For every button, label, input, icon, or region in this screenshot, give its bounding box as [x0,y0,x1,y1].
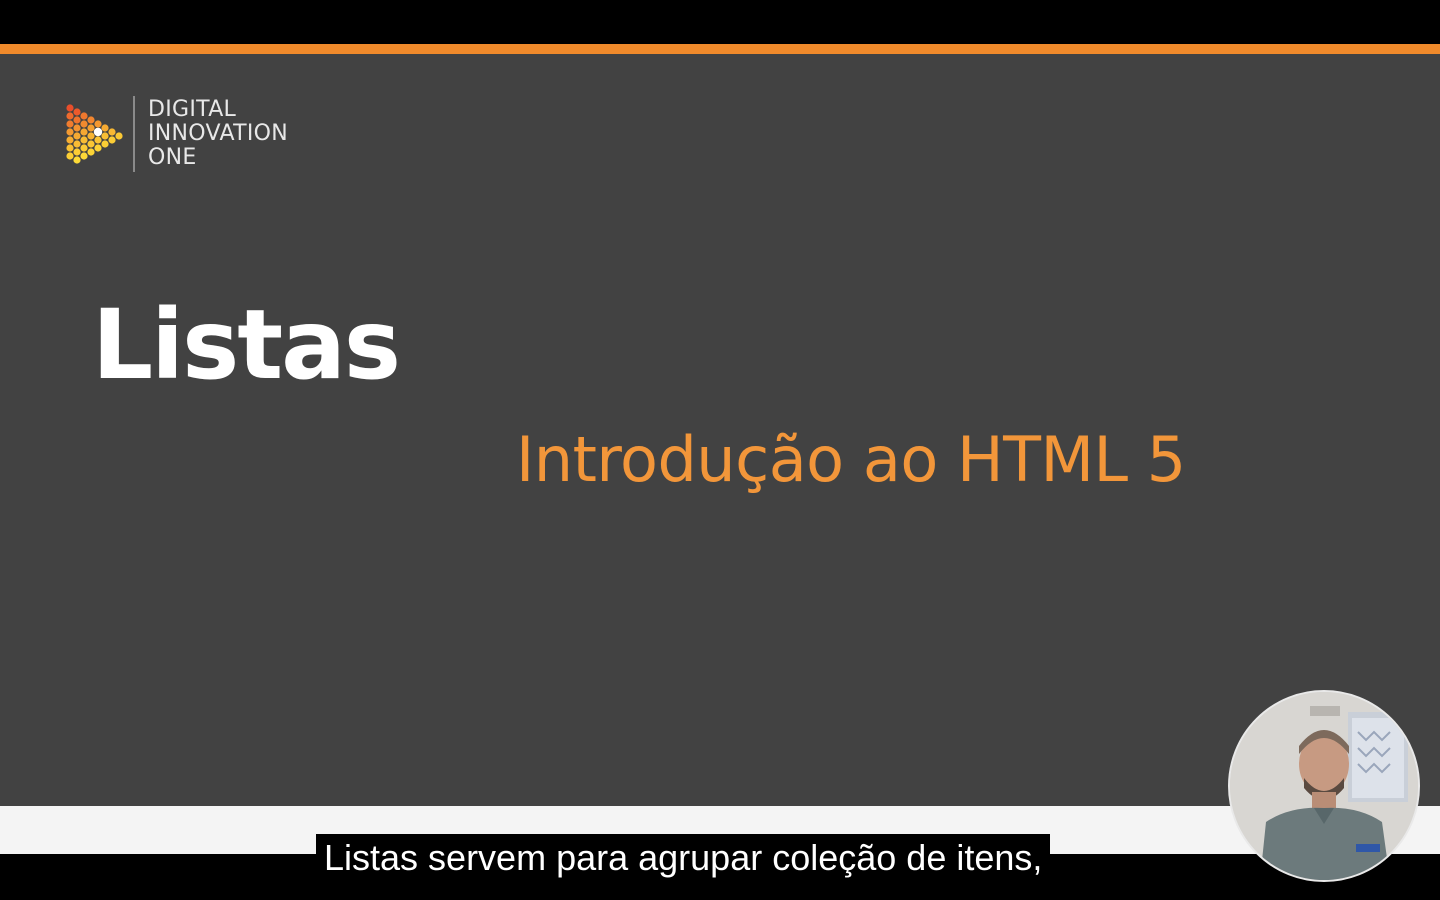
presenter-webcam [1228,690,1420,882]
presenter-webcam-icon [1230,692,1418,880]
slide-subtitle: Introdução ao HTML 5 [516,423,1186,496]
accent-bar [0,44,1440,54]
logo-line-3: ONE [148,145,197,170]
subtitle-caption: Listas servem para agrupar coleção de it… [316,834,1051,882]
logo-divider [133,96,135,172]
video-frame[interactable]: DIGITAL INNOVATION ONE Listas Introdução… [0,0,1440,900]
brand-logo: DIGITAL INNOVATION ONE [64,96,324,174]
logo-wordmark: DIGITAL INNOVATION ONE [148,98,288,170]
logo-line-2: INNOVATION [148,121,289,146]
play-triangle-dots-icon [66,104,123,164]
logo-line-1: DIGITAL [148,97,237,122]
slide-title: Listas [92,289,401,401]
